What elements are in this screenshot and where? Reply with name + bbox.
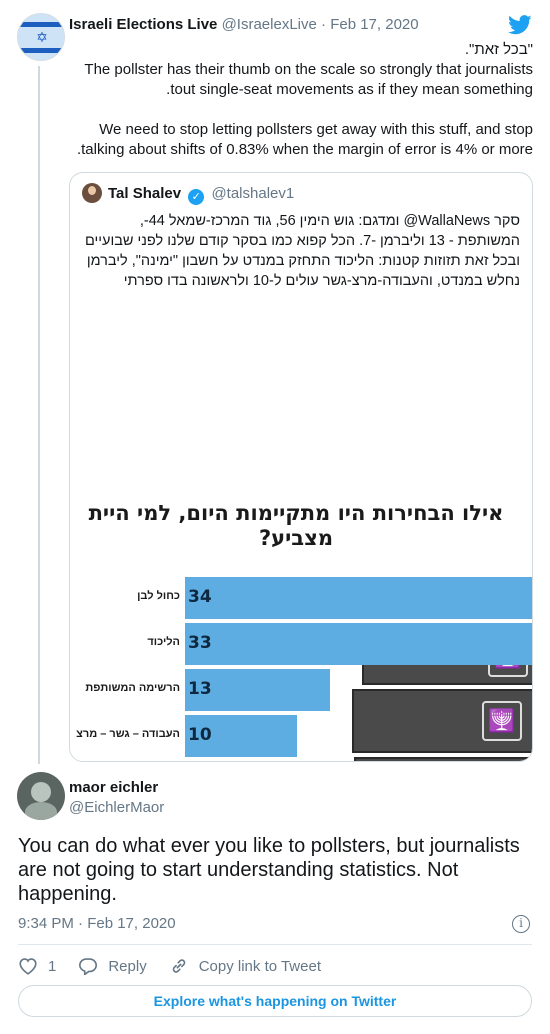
like-button[interactable]: 1 xyxy=(18,957,56,975)
copy-link-label: Copy link to Tweet xyxy=(198,957,321,975)
quoted-author-name: Tal Shalev xyxy=(108,185,182,202)
poll-bar-value: 10 xyxy=(188,725,212,745)
poll-bar xyxy=(185,577,532,619)
poll-bar xyxy=(185,623,532,665)
like-count: 1 xyxy=(48,957,57,975)
ballot-box: 🕎 xyxy=(354,757,532,761)
quoted-text-line: ובכל זאת תזוזות קטנות: הליכוד התחזק במנד… xyxy=(86,253,520,269)
quoted-tweet-card[interactable]: Tal Shalev ✓ @talshalev1 סקר WallaNews@ … xyxy=(69,172,533,762)
parent-text-line: The pollster has their thumb on the scal… xyxy=(84,61,533,78)
poll-bar-value: 13 xyxy=(188,679,212,699)
twitter-bird-icon[interactable] xyxy=(508,14,532,36)
verified-badge-icon: ✓ xyxy=(188,189,205,205)
poll-bar-label: הליכוד xyxy=(147,636,180,648)
poll-bar-row: 34 כחול לבן xyxy=(70,577,532,619)
parent-tweet-text: "בכל זאת". The pollster has their thumb … xyxy=(69,40,533,160)
poll-image[interactable]: אילו הבחירות היו מתקיימות היום, למי היית… xyxy=(70,469,533,762)
reply-label: Reply xyxy=(108,957,147,975)
reply-tweet-text: You can do what ever you like to pollste… xyxy=(18,835,520,905)
copy-link-button[interactable]: Copy link to Tweet xyxy=(169,957,321,975)
quoted-author-avatar xyxy=(82,183,102,203)
reply-author-handle[interactable]: @EichlerMaor xyxy=(69,799,164,816)
poll-bar-row: 8ש"ס xyxy=(70,761,533,762)
reply-button[interactable]: Reply xyxy=(78,957,147,975)
parent-date[interactable]: Feb 17, 2020 xyxy=(330,16,418,33)
explore-button[interactable]: Explore what's happening on Twitter xyxy=(18,985,532,1017)
poll-bar-value: 34 xyxy=(188,587,212,607)
poll-bar-label: כחול לבן xyxy=(137,590,180,602)
parent-text-line: "בכל זאת". xyxy=(464,41,533,58)
quoted-text-line: המשותפת - 13 וליברמן -7. הכל קפוא כמו בס… xyxy=(84,233,520,249)
poll-bar-row: 33 הליכוד xyxy=(70,623,532,665)
parent-separator: · xyxy=(321,16,327,33)
poll-bar-label: הרשימה המשותפת xyxy=(85,682,180,694)
poll-title: אילו הבחירות היו מתקיימות היום, למי היית… xyxy=(88,501,504,550)
quoted-header: Tal Shalev ✓ @talshalev1 xyxy=(108,185,294,205)
thread-connector-line xyxy=(38,66,40,764)
reply-author-avatar[interactable] xyxy=(17,772,65,820)
star-of-david-icon: ✡ xyxy=(36,29,48,45)
parent-text-line: We need to stop letting pollsters get aw… xyxy=(99,121,533,138)
info-icon[interactable]: i xyxy=(512,915,530,933)
flag-stripe-top xyxy=(18,22,64,27)
poll-bar-row: 10 העבודה – גשר – מרצ xyxy=(70,715,532,757)
reply-timestamp[interactable]: 9:34 PM · Feb 17, 2020 xyxy=(18,915,176,932)
poll-bar xyxy=(185,761,274,762)
divider xyxy=(18,944,532,945)
parent-author-name[interactable]: Israeli Elections Live xyxy=(69,16,217,33)
parent-header: Israeli Elections Live @IsraelexLive · F… xyxy=(69,16,419,33)
poll-bar-value: 33 xyxy=(188,633,212,653)
heart-icon xyxy=(19,958,37,975)
link-icon xyxy=(172,959,185,973)
quoted-text-line: נחלש במנדט, והעבודה-מרצ-גשר עולים ל-10 ו… xyxy=(123,273,520,289)
parent-avatar[interactable]: ✡ xyxy=(17,13,65,61)
quoted-handle: @talshalev1 xyxy=(211,185,295,202)
poll-bar-label: העבודה – גשר – מרצ xyxy=(76,728,180,740)
parent-handle[interactable]: @IsraelexLive xyxy=(222,16,317,33)
quoted-text-line: סקר WallaNews@ ומדגם: גוש הימין 56, גוד … xyxy=(139,213,520,229)
parent-text-line: talking about shifts of 0.83% when the m… xyxy=(76,141,533,158)
poll-bar-row: 13 הרשימה המשותפת xyxy=(70,669,532,711)
quoted-tweet-text: סקר WallaNews@ ומדגם: גוש הימין 56, גוד … xyxy=(82,211,520,291)
reply-author-name[interactable]: maor eichler xyxy=(69,779,158,796)
flag-stripe-bottom xyxy=(18,48,64,53)
tweet-actions: 1 Reply Copy link to Tweet xyxy=(18,956,343,976)
parent-text-line: tout single-seat movements as if they me… xyxy=(166,81,533,98)
reply-bubble-icon xyxy=(79,958,98,975)
